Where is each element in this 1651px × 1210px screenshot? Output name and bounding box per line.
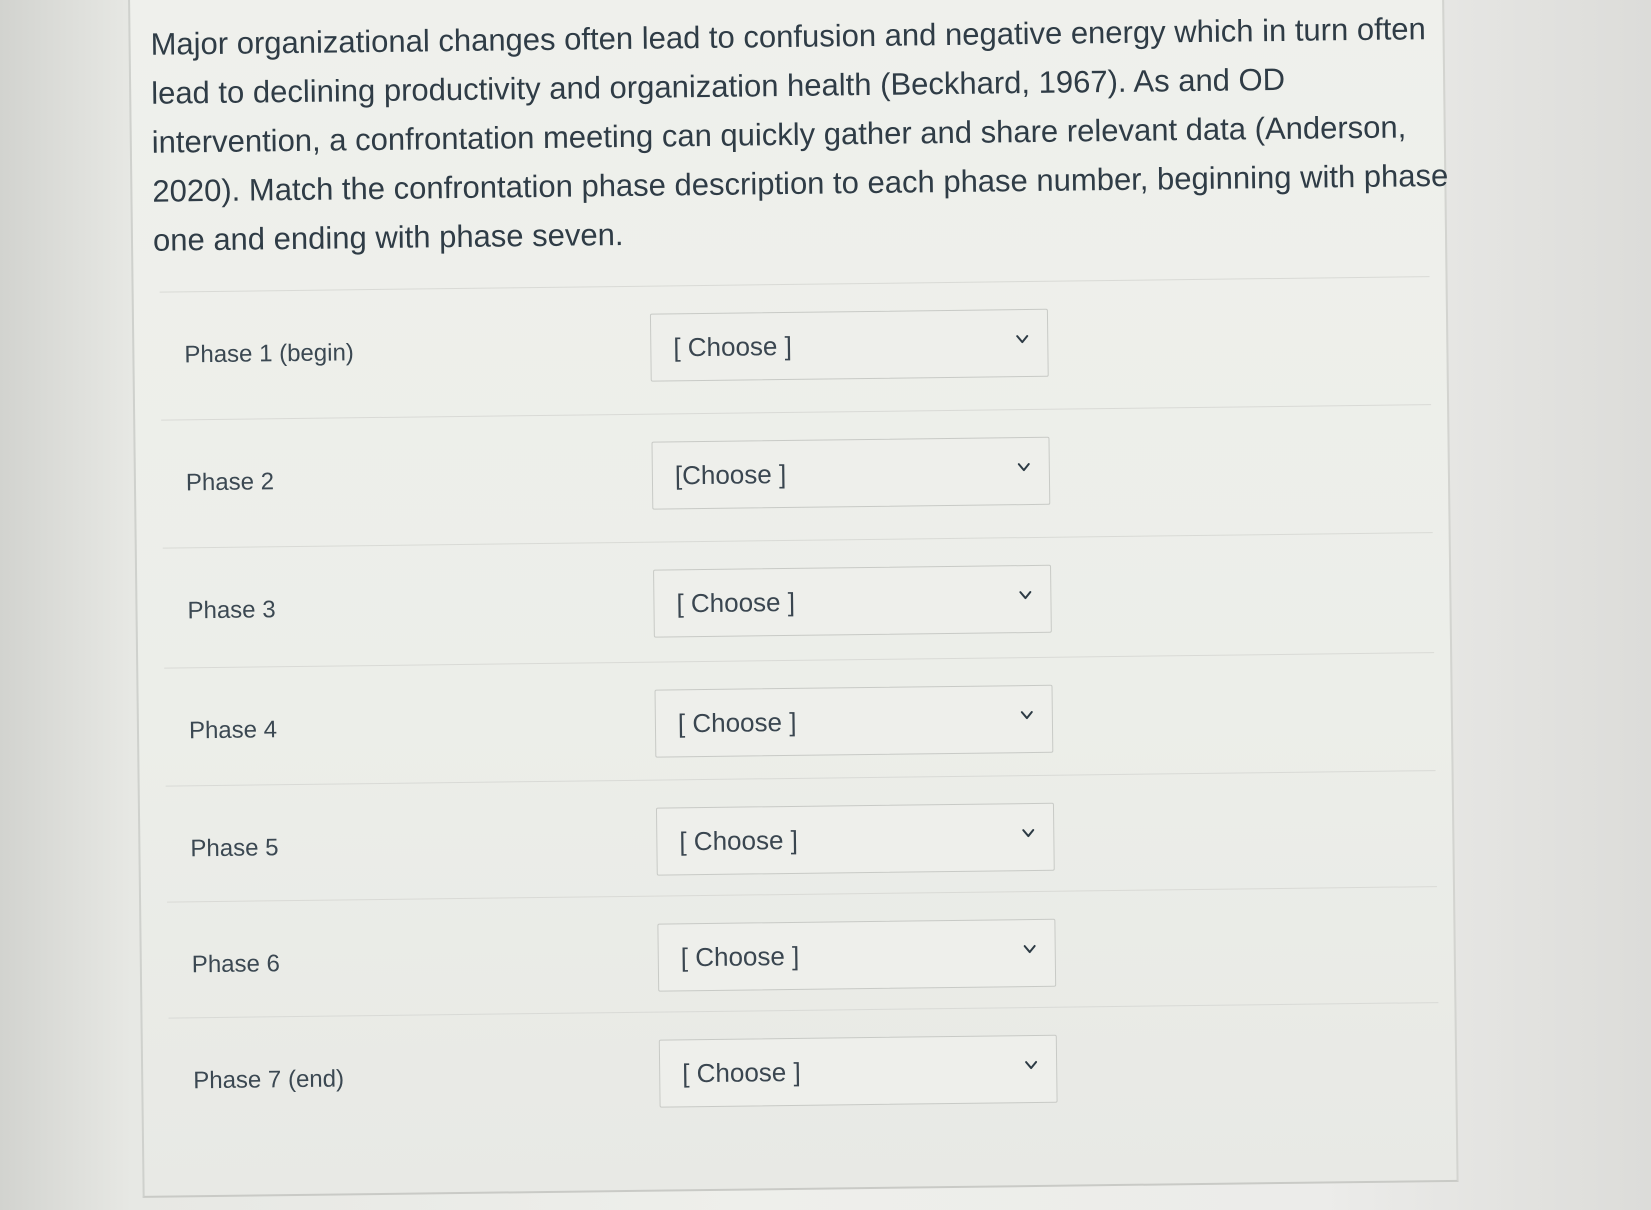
phase-5-select[interactable]: [ Choose ]: [655, 802, 1055, 876]
phase-label: Phase 3: [187, 596, 276, 625]
phase-3-select[interactable]: [ Choose ]: [653, 564, 1052, 638]
match-row-phase-5: Phase 5 [ Choose ]: [140, 798, 1441, 934]
chevron-down-icon: [1022, 829, 1035, 838]
match-row-phase-1: Phase 1 (begin) [ Choose ]: [134, 304, 1435, 440]
match-row-phase-4: Phase 4 [ Choose ]: [139, 680, 1440, 816]
match-row-phase-7: Phase 7 (end) [ Choose ]: [143, 1030, 1444, 1166]
phase-label: Phase 5: [190, 834, 279, 863]
phase-label: Phase 4: [188, 716, 278, 745]
phase-label: Phase 2: [185, 468, 275, 497]
phase-label: Phase 7 (end): [193, 1065, 345, 1095]
question-text: Major organizational changes often lead …: [150, 11, 1449, 258]
select-value: [ Choose ]: [673, 330, 793, 363]
chevron-down-icon: [1019, 591, 1032, 600]
phase-label: Phase 6: [191, 950, 281, 979]
select-value: [ Choose ]: [676, 586, 796, 619]
select-value: [ Choose ]: [679, 824, 799, 857]
chevron-down-icon: [1023, 944, 1036, 954]
divider: [159, 276, 1430, 293]
phase-2-select[interactable]: [Choose ]: [651, 436, 1051, 510]
match-row-phase-6: Phase 6 [ Choose ]: [141, 914, 1442, 1050]
chevron-down-icon: [1025, 1060, 1038, 1070]
phase-6-select[interactable]: [ Choose ]: [657, 918, 1057, 992]
match-row-phase-3: Phase 3 [ Choose ]: [137, 560, 1438, 696]
question-card: Major organizational changes often lead …: [128, 0, 1459, 1198]
select-value: [ Choose ]: [677, 706, 797, 739]
phase-7-select[interactable]: [ Choose ]: [658, 1034, 1058, 1108]
chevron-down-icon: [1020, 711, 1033, 720]
phase-4-select[interactable]: [ Choose ]: [654, 684, 1054, 758]
select-value: [Choose ]: [674, 458, 787, 491]
match-row-phase-2: Phase 2 [Choose ]: [136, 432, 1437, 568]
screen-background: Major organizational changes often lead …: [0, 0, 1651, 1210]
chevron-down-icon: [1016, 335, 1029, 344]
select-value: [ Choose ]: [682, 1056, 801, 1089]
phase-label: Phase 1 (begin): [184, 339, 354, 369]
select-value: [ Choose ]: [680, 940, 800, 973]
chevron-down-icon: [1017, 463, 1030, 472]
phase-1-select[interactable]: [ Choose ]: [649, 308, 1049, 382]
